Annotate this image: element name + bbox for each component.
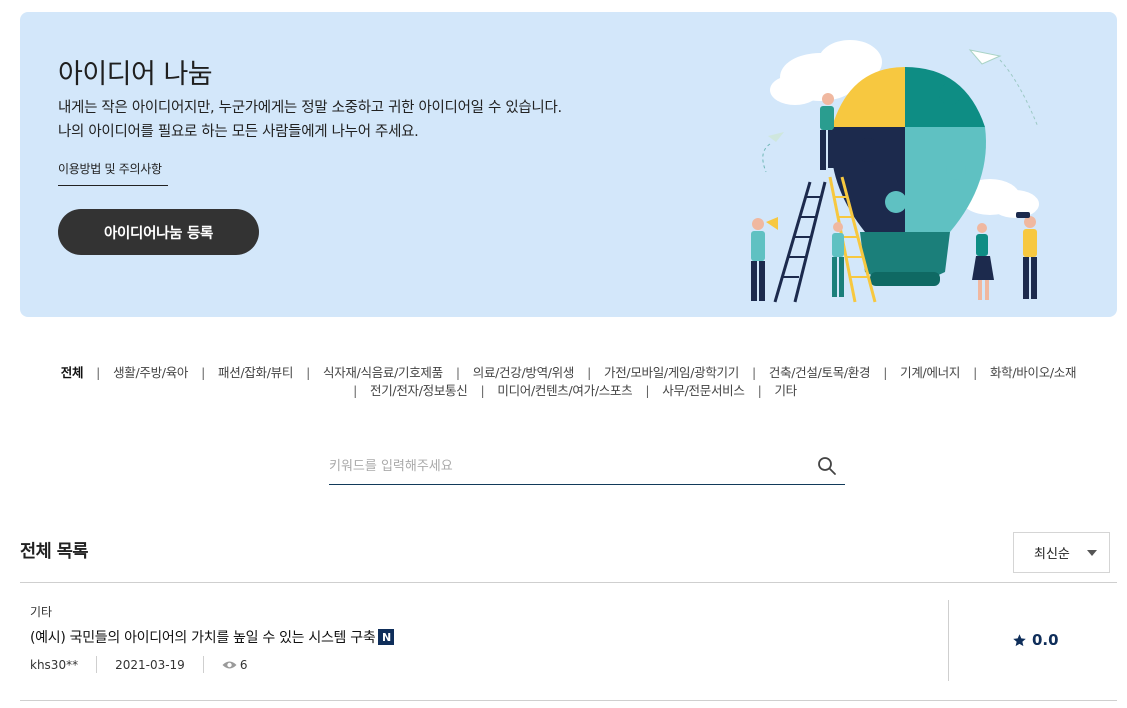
category-separator: |: [645, 383, 650, 398]
lightbulb-puzzle-illustration: [751, 40, 1039, 303]
category-construction-environment[interactable]: 건축/건설/토목/환경: [769, 364, 871, 382]
hero-description: 내게는 작은 아이디어지만, 누군가에게는 정말 소중하고 귀한 아이디어일 수…: [58, 96, 562, 144]
category-electric-it[interactable]: 전기/전자/정보통신: [370, 382, 468, 400]
category-living-kitchen-childcare[interactable]: 생활/주방/육아: [113, 364, 188, 382]
category-medical-health[interactable]: 의료/건강/방역/위생: [473, 364, 575, 382]
list-title: 전체 목록: [20, 542, 89, 562]
usage-guide-link[interactable]: 이용방법 및 주의사항: [58, 160, 168, 186]
category-separator: |: [480, 383, 485, 398]
sort-select[interactable]: 최신순: [1013, 532, 1110, 573]
category-media-contents-sports[interactable]: 미디어/컨텐츠/여가/스포츠: [497, 382, 632, 400]
star-icon: [1013, 633, 1026, 646]
category-filter: 전체 | 생활/주방/육아 | 패션/잡화/뷰티 | 식자재/식음료/기호제품 | 의료/건강/…: [20, 364, 1117, 400]
item-date: 2021-03-19: [115, 657, 185, 672]
category-separator: |: [96, 365, 101, 380]
category-row-1: 전체 | 생활/주방/육아 | 패션/잡화/뷰티 | 식자재/식음료/기호제품 | 의료/건강/…: [20, 364, 1117, 382]
item-divider: [948, 600, 949, 681]
category-separator: |: [353, 383, 358, 398]
category-separator: |: [455, 365, 460, 380]
eye-icon: [222, 661, 237, 668]
category-appliance-mobile-game[interactable]: 가전/모바일/게임/광학기기: [604, 364, 739, 382]
search-bar: [329, 450, 845, 485]
category-etc[interactable]: 기타: [774, 382, 797, 400]
category-row-2: | 전기/전자/정보통신 | 미디어/컨텐츠/여가/스포츠 | 사무/전문서비스 | 기타: [20, 382, 1117, 400]
category-separator: |: [973, 365, 977, 380]
register-idea-button[interactable]: 아이디어나눔 등록: [58, 209, 259, 255]
hero-banner: 아이디어 나눔 내게는 작은 아이디어지만, 누군가에게는 정말 소중하고 귀한…: [20, 12, 1117, 317]
item-rating: 0.0: [1012, 631, 1059, 649]
meta-divider: [96, 656, 98, 673]
category-separator: |: [751, 365, 756, 380]
item-category: 기타: [30, 605, 53, 619]
item-title-link[interactable]: (예시) 국민들의 아이디어의 가치를 높일 수 있는 시스템 구축 N: [30, 627, 395, 647]
list-item: 기타 (예시) 국민들의 아이디어의 가치를 높일 수 있는 시스템 구축 N …: [20, 583, 1117, 700]
caret-down-icon: [1087, 550, 1097, 556]
item-meta: khs30** 2021-03-19 6: [30, 656, 247, 673]
category-machine-energy[interactable]: 기계/에너지: [900, 364, 960, 382]
new-badge: N: [378, 629, 395, 645]
item-rating-value: 0.0: [1032, 631, 1059, 649]
category-separator: |: [883, 365, 888, 380]
category-all[interactable]: 전체: [61, 364, 84, 382]
item-author: khs30**: [30, 657, 79, 672]
list-divider-bottom: [20, 700, 1117, 701]
category-chemical-bio-material[interactable]: 화학/바이오/소재: [990, 364, 1077, 382]
search-input[interactable]: [329, 454, 799, 478]
search-icon[interactable]: [817, 456, 837, 476]
category-fashion-goods-beauty[interactable]: 패션/잡화/뷰티: [218, 364, 293, 382]
category-separator: |: [201, 365, 206, 380]
meta-divider: [202, 656, 204, 673]
category-office-services[interactable]: 사무/전문서비스: [662, 382, 745, 400]
hero-description-line-2: 나의 아이디어를 필요로 하는 모든 사람들에게 나누어 주세요.: [58, 124, 419, 140]
item-title: (예시) 국민들의 아이디어의 가치를 높일 수 있는 시스템 구축: [30, 630, 376, 646]
category-separator: |: [587, 365, 592, 380]
hero-description-line-1: 내게는 작은 아이디어지만, 누군가에게는 정말 소중하고 귀한 아이디어일 수…: [58, 100, 562, 116]
category-separator: |: [306, 365, 310, 380]
category-separator: |: [757, 383, 762, 398]
sort-selected-value: 최신순: [1034, 547, 1070, 562]
page-title: 아이디어 나눔: [58, 59, 213, 90]
category-food-beverage[interactable]: 식자재/식음료/기호제품: [323, 364, 443, 382]
item-views: 6: [239, 657, 248, 672]
